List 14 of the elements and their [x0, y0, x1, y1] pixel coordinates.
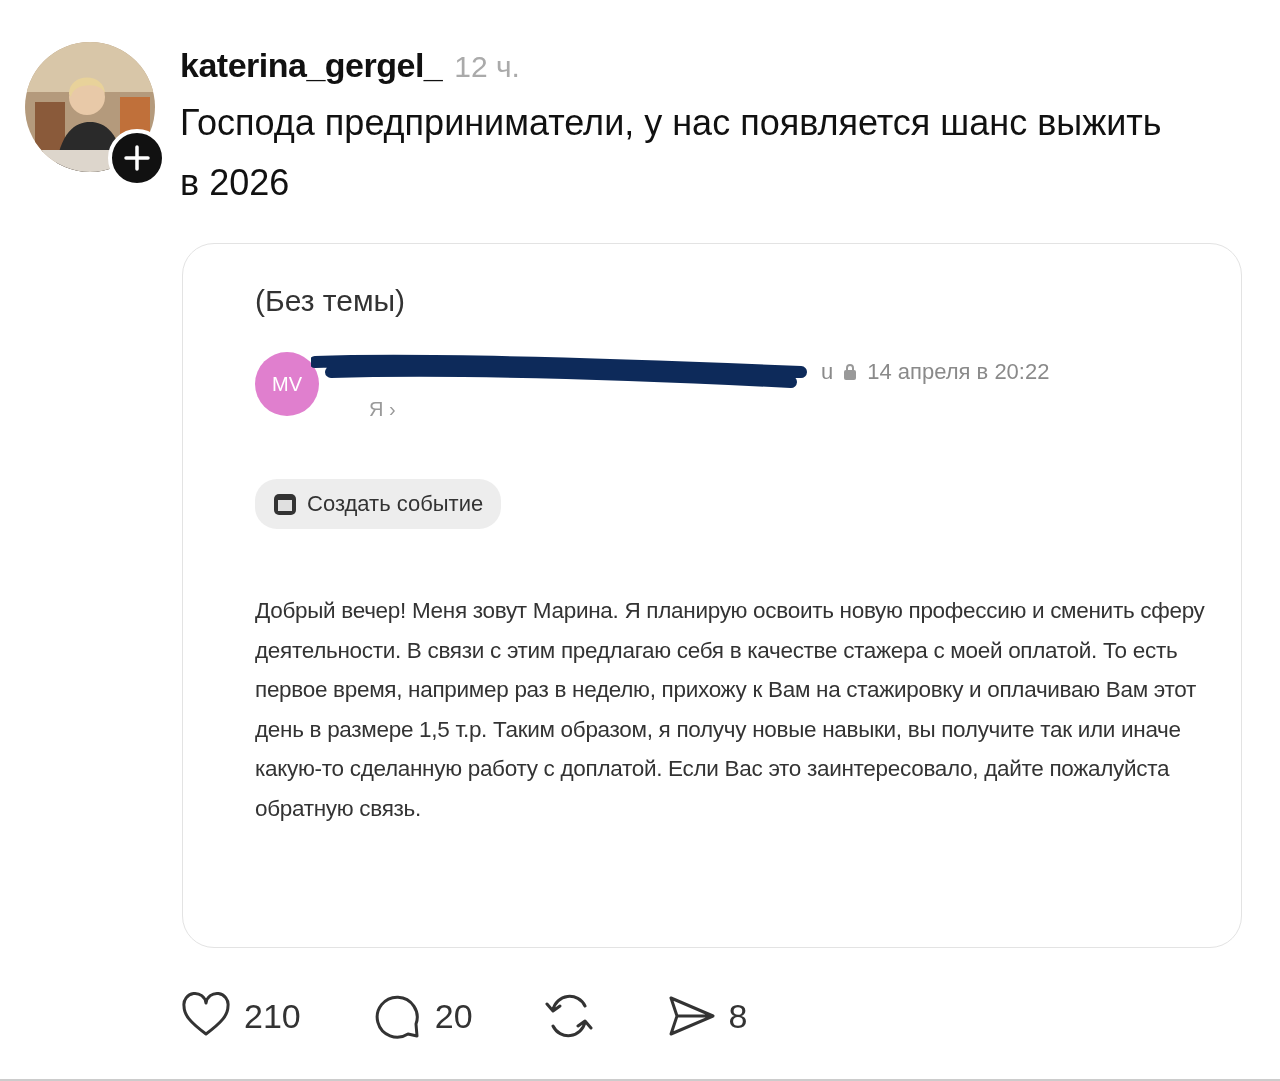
- post-text: Господа предприниматели, у нас появляется шанс выжить в 2026: [180, 101, 1163, 205]
- author-name[interactable]: katerina_gergel_: [180, 46, 443, 85]
- sender-avatar: MV: [255, 352, 319, 416]
- comment-button[interactable]: 20: [370, 990, 473, 1042]
- calendar-icon: [273, 492, 297, 516]
- lock-icon: [843, 363, 858, 381]
- email-subject: (Без темы): [255, 284, 407, 318]
- like-button[interactable]: 210: [180, 990, 301, 1042]
- post-time: 12 ч.: [454, 50, 520, 84]
- sender-address: u: [821, 359, 834, 385]
- share-button[interactable]: 8: [664, 990, 748, 1042]
- email-date: 14 апреля в 20:22: [867, 359, 1050, 385]
- email-body: Добрый вечер! Меня зовут Марина. Я планирую освоить новую профессию и сменить сферу деятельности. В связи с этим предлагаю себя в качестве стажера с моей оплатой. То есть первое время, например раз в неделю, прихожу к Вам на стажировку и оплачиваю Вам этот день в размере 1,5 т.р. Таким образом, я получу новые навыки, вы получите так или иначе какую-то сделанную работу с доплатой. Если Вас это заинтересовало, дайте пожалуйста обратную связь.: [255, 597, 1205, 823]
- create-event-button[interactable]: Создать событие: [255, 479, 502, 529]
